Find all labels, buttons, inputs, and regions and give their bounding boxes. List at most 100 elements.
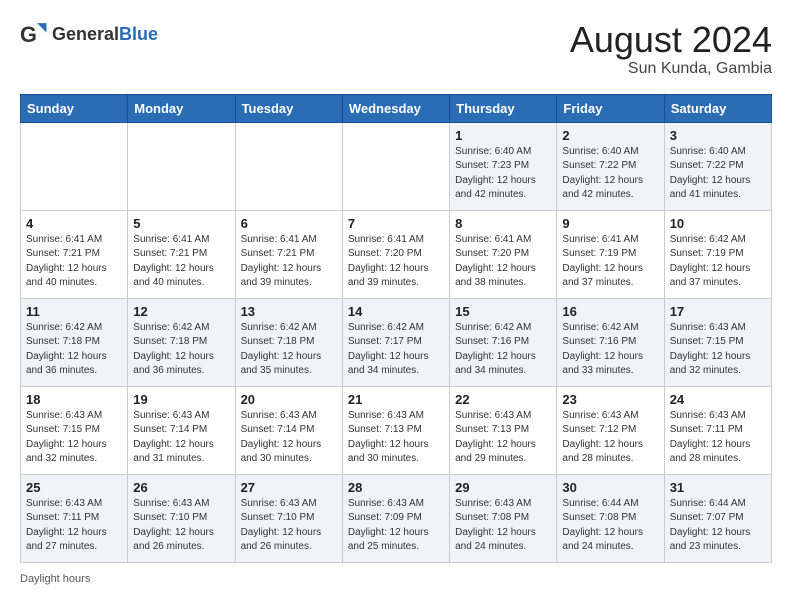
day-number: 24 — [670, 392, 766, 407]
day-info: Sunrise: 6:43 AMSunset: 7:15 PMDaylight:… — [670, 321, 766, 379]
calendar-cell: 18 Sunrise: 6:43 AMSunset: 7:15 PMDayligh… — [21, 386, 128, 474]
day-info: Sunrise: 6:43 AMSunset: 7:15 PMDaylight:… — [26, 409, 122, 467]
calendar-cell: 28Sunrise: 6:43 AMSunset: 7:09 PMDayligh… — [342, 474, 449, 562]
weekday-header-wednesday: Wednesday — [342, 94, 449, 122]
day-info: Sunrise: 6:43 AMSunset: 7:10 PMDaylight:… — [133, 497, 229, 555]
day-number: 1 — [455, 128, 551, 143]
day-info: Sunrise: 6:43 AMSunset: 7:08 PMDaylight:… — [455, 497, 551, 555]
logo-general: General — [52, 24, 119, 44]
weekday-header-friday: Friday — [557, 94, 664, 122]
day-number: 25 — [26, 480, 122, 495]
calendar-cell: 16Sunrise: 6:42 AMSunset: 7:16 PMDayligh… — [557, 298, 664, 386]
day-info: Sunrise: 6:43 AMSunset: 7:13 PMDaylight:… — [455, 409, 551, 467]
calendar-cell: 24 Sunrise: 6:43 AMSunset: 7:11 PMDayligh… — [664, 386, 771, 474]
day-number: 2 — [562, 128, 658, 143]
weekday-header-monday: Monday — [128, 94, 235, 122]
day-number: 20 — [241, 392, 337, 407]
day-number: 31 — [670, 480, 766, 495]
day-number: 18 — [26, 392, 122, 407]
calendar-cell: 29 Sunrise: 6:43 AMSunset: 7:08 PMDayligh… — [450, 474, 557, 562]
day-number: 21 — [348, 392, 444, 407]
day-number: 27 — [241, 480, 337, 495]
day-number: 22 — [455, 392, 551, 407]
calendar-cell: 12Sunrise: 6:42 AMSunset: 7:18 PMDayligh… — [128, 298, 235, 386]
calendar-cell: 27 Sunrise: 6:43 AMSunset: 7:10 PMDayligh… — [235, 474, 342, 562]
calendar-cell — [235, 122, 342, 210]
title-block: August 2024 Sun Kunda, Gambia — [570, 20, 772, 78]
weekday-header-row: SundayMondayTuesdayWednesdayThursdayFrid… — [21, 94, 772, 122]
calendar-week-row: 11 Sunrise: 6:42 AMSunset: 7:18 PMDayligh… — [21, 298, 772, 386]
footer: Daylight hours — [20, 573, 772, 585]
calendar-cell: 19 Sunrise: 6:43 AMSunset: 7:14 PMDayligh… — [128, 386, 235, 474]
logo: G GeneralBlue — [20, 20, 158, 48]
calendar-cell: 6 Sunrise: 6:41 AMSunset: 7:21 PMDaylight… — [235, 210, 342, 298]
calendar-cell: 23 Sunrise: 6:43 AMSunset: 7:12 PMDayligh… — [557, 386, 664, 474]
day-number: 6 — [241, 216, 337, 231]
calendar-cell — [21, 122, 128, 210]
calendar-cell: 31Sunrise: 6:44 AMSunset: 7:07 PMDayligh… — [664, 474, 771, 562]
calendar-cell: 22 Sunrise: 6:43 AMSunset: 7:13 PMDayligh… — [450, 386, 557, 474]
weekday-header-tuesday: Tuesday — [235, 94, 342, 122]
day-number: 29 — [455, 480, 551, 495]
day-number: 7 — [348, 216, 444, 231]
day-number: 15 — [455, 304, 551, 319]
day-info: Sunrise: 6:42 AMSunset: 7:18 PMDaylight:… — [133, 321, 229, 379]
weekday-header-saturday: Saturday — [664, 94, 771, 122]
calendar-table: SundayMondayTuesdayWednesdayThursdayFrid… — [20, 94, 772, 563]
svg-text:G: G — [20, 22, 37, 47]
day-info: Sunrise: 6:40 AMSunset: 7:23 PMDaylight:… — [455, 145, 551, 203]
day-info: Sunrise: 6:43 AMSunset: 7:11 PMDaylight:… — [670, 409, 766, 467]
day-info: Sunrise: 6:41 AMSunset: 7:21 PMDaylight:… — [26, 233, 122, 291]
day-number: 16 — [562, 304, 658, 319]
day-number: 11 — [26, 304, 122, 319]
calendar-cell: 2 Sunrise: 6:40 AMSunset: 7:22 PMDaylight… — [557, 122, 664, 210]
day-number: 19 — [133, 392, 229, 407]
day-info: Sunrise: 6:42 AMSunset: 7:16 PMDaylight:… — [455, 321, 551, 379]
day-info: Sunrise: 6:43 AMSunset: 7:13 PMDaylight:… — [348, 409, 444, 467]
daylight-hours-label: Daylight hours — [20, 573, 90, 585]
day-info: Sunrise: 6:42 AMSunset: 7:19 PMDaylight:… — [670, 233, 766, 291]
day-info: Sunrise: 6:41 AMSunset: 7:20 PMDaylight:… — [348, 233, 444, 291]
location-subtitle: Sun Kunda, Gambia — [570, 60, 772, 78]
calendar-week-row: 25 Sunrise: 6:43 AMSunset: 7:11 PMDayligh… — [21, 474, 772, 562]
calendar-cell: 5Sunrise: 6:41 AMSunset: 7:21 PMDaylight… — [128, 210, 235, 298]
day-info: Sunrise: 6:40 AMSunset: 7:22 PMDaylight:… — [562, 145, 658, 203]
calendar-cell: 25 Sunrise: 6:43 AMSunset: 7:11 PMDayligh… — [21, 474, 128, 562]
day-info: Sunrise: 6:42 AMSunset: 7:18 PMDaylight:… — [241, 321, 337, 379]
day-number: 23 — [562, 392, 658, 407]
calendar-cell: 15 Sunrise: 6:42 AMSunset: 7:16 PMDayligh… — [450, 298, 557, 386]
calendar-cell: 17 Sunrise: 6:43 AMSunset: 7:15 PMDayligh… — [664, 298, 771, 386]
calendar-cell: 10 Sunrise: 6:42 AMSunset: 7:19 PMDayligh… — [664, 210, 771, 298]
day-info: Sunrise: 6:41 AMSunset: 7:20 PMDaylight:… — [455, 233, 551, 291]
calendar-week-row: 18 Sunrise: 6:43 AMSunset: 7:15 PMDayligh… — [21, 386, 772, 474]
calendar-cell: 11 Sunrise: 6:42 AMSunset: 7:18 PMDayligh… — [21, 298, 128, 386]
day-info: Sunrise: 6:42 AMSunset: 7:18 PMDaylight:… — [26, 321, 122, 379]
calendar-cell: 26Sunrise: 6:43 AMSunset: 7:10 PMDayligh… — [128, 474, 235, 562]
day-info: Sunrise: 6:43 AMSunset: 7:09 PMDaylight:… — [348, 497, 444, 555]
weekday-header-thursday: Thursday — [450, 94, 557, 122]
calendar-cell: 3Sunrise: 6:40 AMSunset: 7:22 PMDaylight… — [664, 122, 771, 210]
calendar-cell: 4Sunrise: 6:41 AMSunset: 7:21 PMDaylight… — [21, 210, 128, 298]
day-info: Sunrise: 6:43 AMSunset: 7:10 PMDaylight:… — [241, 497, 337, 555]
calendar-cell: 9Sunrise: 6:41 AMSunset: 7:19 PMDaylight… — [557, 210, 664, 298]
day-number: 17 — [670, 304, 766, 319]
day-info: Sunrise: 6:43 AMSunset: 7:12 PMDaylight:… — [562, 409, 658, 467]
calendar-cell: 21 Sunrise: 6:43 AMSunset: 7:13 PMDayligh… — [342, 386, 449, 474]
calendar-week-row: 1 Sunrise: 6:40 AMSunset: 7:23 PMDaylight… — [21, 122, 772, 210]
weekday-header-sunday: Sunday — [21, 94, 128, 122]
day-info: Sunrise: 6:43 AMSunset: 7:11 PMDaylight:… — [26, 497, 122, 555]
day-info: Sunrise: 6:42 AMSunset: 7:17 PMDaylight:… — [348, 321, 444, 379]
day-info: Sunrise: 6:44 AMSunset: 7:08 PMDaylight:… — [562, 497, 658, 555]
page-header: G GeneralBlue August 2024 Sun Kunda, Gam… — [20, 20, 772, 78]
day-number: 10 — [670, 216, 766, 231]
day-number: 5 — [133, 216, 229, 231]
logo-blue: Blue — [119, 24, 158, 44]
day-number: 8 — [455, 216, 551, 231]
calendar-cell: 14 Sunrise: 6:42 AMSunset: 7:17 PMDayligh… — [342, 298, 449, 386]
day-info: Sunrise: 6:41 AMSunset: 7:21 PMDaylight:… — [241, 233, 337, 291]
calendar-cell: 30Sunrise: 6:44 AMSunset: 7:08 PMDayligh… — [557, 474, 664, 562]
day-number: 14 — [348, 304, 444, 319]
day-info: Sunrise: 6:41 AMSunset: 7:19 PMDaylight:… — [562, 233, 658, 291]
day-number: 13 — [241, 304, 337, 319]
day-info: Sunrise: 6:43 AMSunset: 7:14 PMDaylight:… — [133, 409, 229, 467]
